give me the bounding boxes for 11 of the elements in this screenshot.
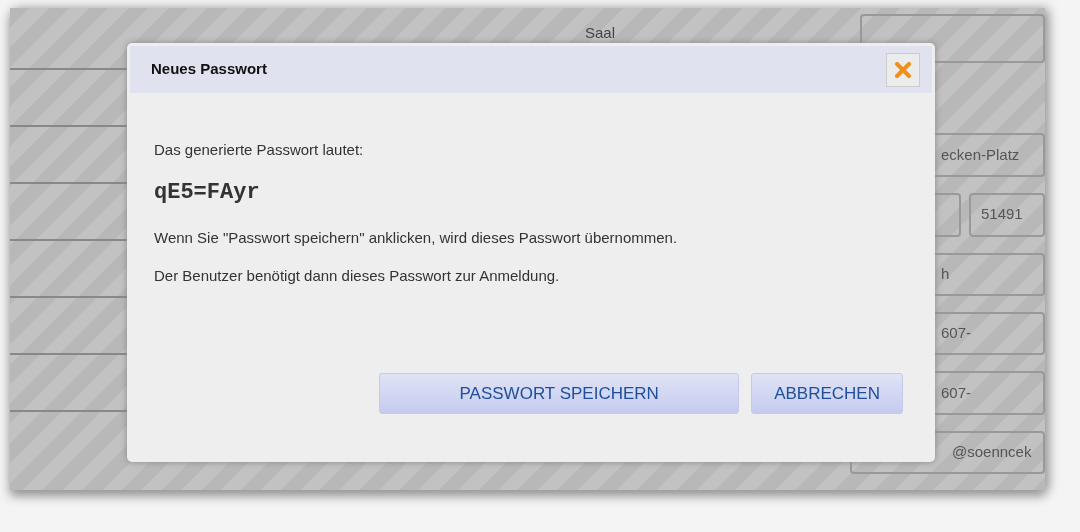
close-button[interactable] (886, 52, 920, 87)
message-text: Das generierte Passwort lautet: (154, 140, 365, 160)
cancel-button[interactable]: ABBRECHEN (751, 373, 903, 414)
close-icon (895, 61, 911, 78)
save-hint-text: Wenn Sie "Passwort speichern" anklicken, wird dieses Passwort übernommen. (154, 227, 679, 248)
generated-password: qE5=FAyr (154, 178, 261, 207)
info-text: Der Benutzer benötigt dann dieses Passwort zur Anmeldung. (154, 266, 561, 286)
save-button[interactable]: PASSWORT SPEICHERN (379, 373, 740, 414)
field-label: Saal (585, 23, 616, 43)
dialog-title: Neues Passwort (151, 59, 267, 80)
input-field[interactable]: 51491 (969, 192, 1045, 237)
